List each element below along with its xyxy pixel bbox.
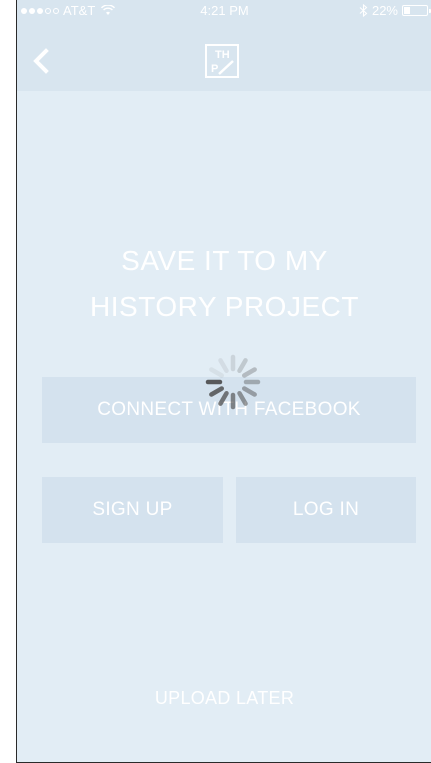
logo-text-bottom: P [211,63,218,75]
bluetooth-icon [359,4,368,17]
battery-percentage: 22% [371,3,398,18]
app-logo: TH P [205,44,239,78]
app-screen: AT&T 4:21 PM 22% TH P SAVE IT TO MY HIST… [16,0,431,763]
upload-later-link[interactable]: UPLOAD LATER [17,688,431,709]
back-button[interactable] [27,44,57,78]
page-title: SAVE IT TO MY HISTORY PROJECT [17,238,431,330]
log-in-button[interactable]: LOG IN [236,477,416,543]
logo-text-top: TH [215,49,230,61]
page-title-line-1: SAVE IT TO MY [121,245,328,276]
page-title-line-2: HISTORY PROJECT [90,291,359,322]
loading-spinner-icon [205,354,261,410]
battery-icon [402,5,431,16]
status-bar: AT&T 4:21 PM 22% [17,0,431,20]
sign-up-button[interactable]: SIGN UP [42,477,223,543]
status-bar-right: 22% [359,3,431,18]
